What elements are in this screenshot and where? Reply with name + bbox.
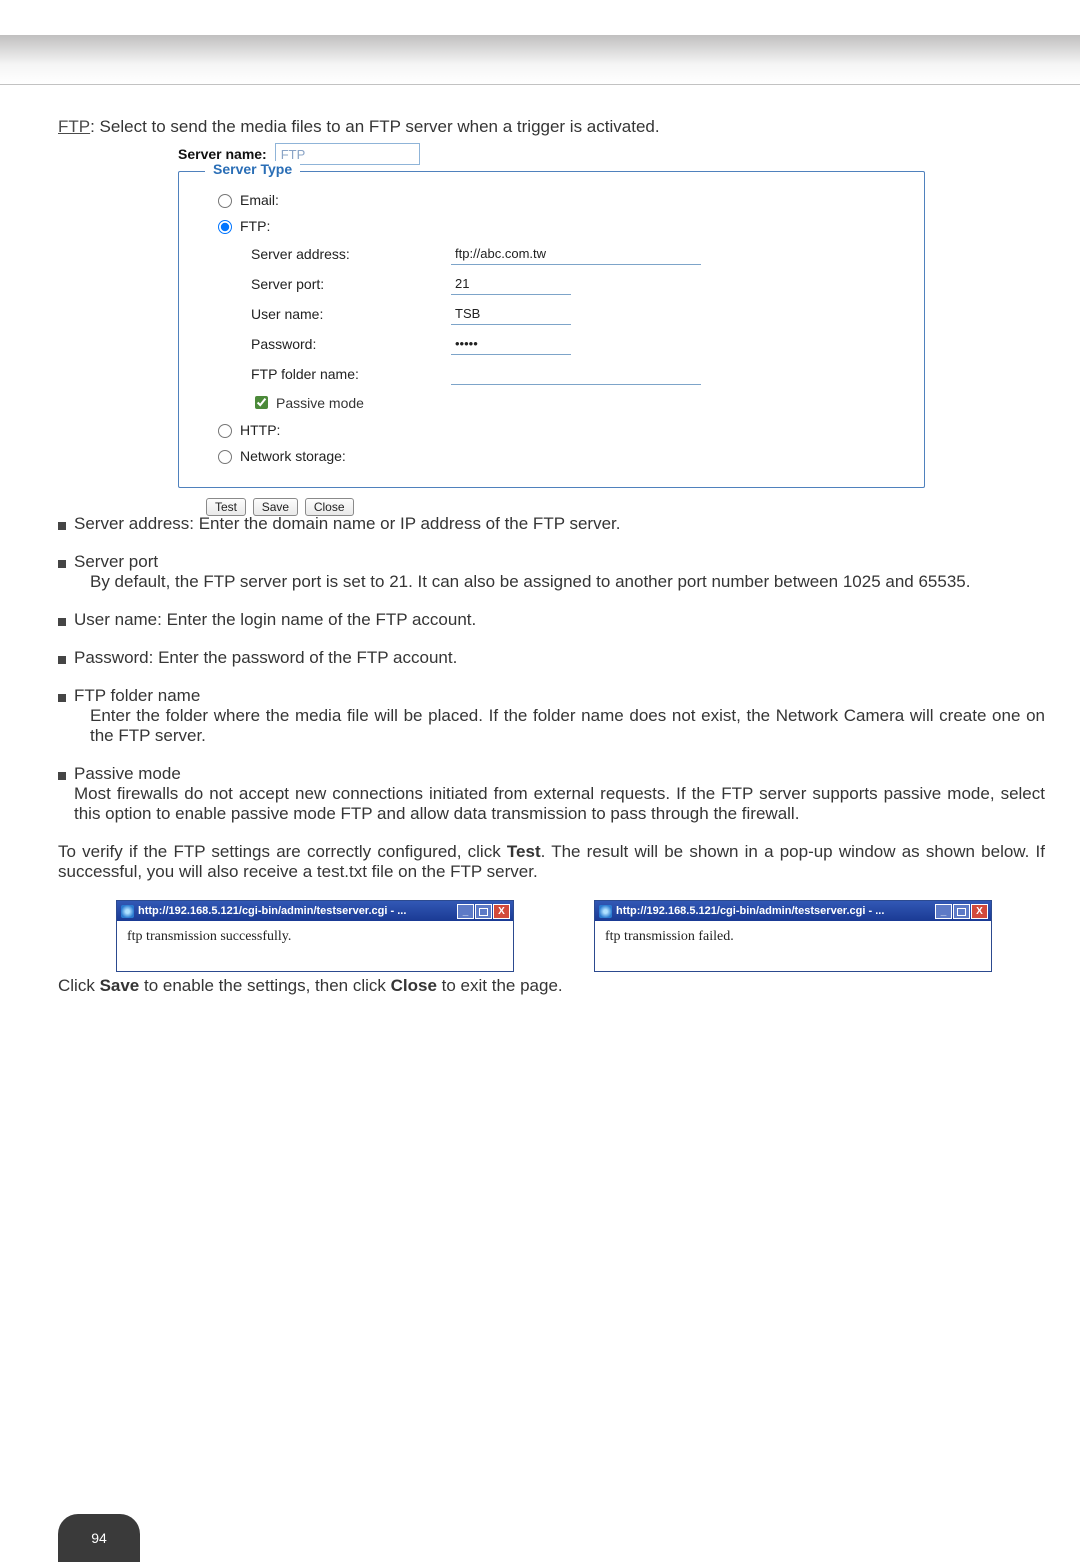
minimize-icon[interactable]: _ (935, 904, 952, 919)
popup-titlebar: http://192.168.5.121/cgi-bin/admin/tests… (117, 901, 513, 921)
bullet-icon (58, 618, 66, 626)
radio-email[interactable]: Email: (213, 191, 906, 208)
radio-http-input[interactable] (218, 424, 232, 438)
server-address-input[interactable] (451, 243, 701, 265)
popup-title-text: http://192.168.5.121/cgi-bin/admin/tests… (138, 905, 406, 917)
close-icon[interactable]: X (493, 904, 510, 919)
bullet-icon (58, 772, 66, 780)
popup-row: http://192.168.5.121/cgi-bin/admin/tests… (116, 900, 1045, 972)
server-address-label: Server address: (251, 246, 451, 262)
radio-http-label: HTTP: (240, 422, 280, 438)
ftp-intro-text: : Select to send the media files to an F… (90, 117, 659, 136)
test-bold: Test (507, 842, 541, 861)
bullet-server-address: Server address: Enter the domain name or… (74, 514, 1045, 534)
closing-3: to exit the page. (437, 976, 563, 995)
popup-failed-body: ftp transmission failed. (595, 921, 991, 971)
server-name-label: Server name: (178, 146, 267, 162)
maximize-icon[interactable] (475, 904, 492, 919)
page-number-tab: 94 (58, 1514, 140, 1562)
bullet-server-port-title: Server port (74, 552, 1045, 572)
radio-ftp-label: FTP: (240, 218, 270, 234)
radio-ftp[interactable]: FTP: (213, 217, 906, 234)
server-type-fieldset: Server Type Email: FTP: Server address: … (178, 171, 925, 488)
passive-mode-checkbox-row[interactable]: Passive mode (251, 393, 906, 412)
user-name-label: User name: (251, 306, 451, 322)
ftp-intro: FTP: Select to send the media files to a… (58, 117, 1045, 137)
radio-network-storage-label: Network storage: (240, 448, 346, 464)
radio-network-storage[interactable]: Network storage: (213, 447, 906, 464)
user-name-input[interactable] (451, 303, 571, 325)
popup-success-body: ftp transmission successfully. (117, 921, 513, 971)
bullet-ftp-folder-desc: Enter the folder where the media file wi… (90, 706, 1045, 746)
radio-email-input[interactable] (218, 194, 232, 208)
radio-network-storage-input[interactable] (218, 450, 232, 464)
passive-mode-label: Passive mode (276, 395, 364, 411)
test-para-1: To verify if the FTP settings are correc… (58, 842, 507, 861)
popup-failed: http://192.168.5.121/cgi-bin/admin/tests… (594, 900, 992, 972)
closing-save: Save (100, 976, 140, 995)
test-paragraph: To verify if the FTP settings are correc… (58, 842, 1045, 882)
popup-title-text: http://192.168.5.121/cgi-bin/admin/tests… (616, 905, 884, 917)
bullet-passive-desc: Most firewalls do not accept new connect… (74, 784, 1045, 824)
page-number: 94 (91, 1530, 107, 1546)
ftp-underline: FTP (58, 117, 90, 136)
server-port-input[interactable] (451, 273, 571, 295)
closing-2: to enable the settings, then click (139, 976, 390, 995)
popup-titlebar: http://192.168.5.121/cgi-bin/admin/tests… (595, 901, 991, 921)
popup-success: http://192.168.5.121/cgi-bin/admin/tests… (116, 900, 514, 972)
password-label: Password: (251, 336, 451, 352)
closing-paragraph: Click Save to enable the settings, then … (58, 976, 1045, 996)
closing-1: Click (58, 976, 100, 995)
folder-name-input[interactable] (451, 363, 701, 385)
bullet-icon (58, 522, 66, 530)
bullet-icon (58, 656, 66, 664)
header-gradient (0, 35, 1080, 85)
bullet-icon (58, 694, 66, 702)
ie-icon (121, 905, 134, 918)
bullet-passive-title: Passive mode (74, 764, 1045, 784)
radio-ftp-input[interactable] (218, 220, 232, 234)
password-input[interactable] (451, 333, 571, 355)
ie-icon (599, 905, 612, 918)
passive-mode-checkbox[interactable] (255, 396, 268, 409)
bullet-icon (58, 560, 66, 568)
server-port-label: Server port: (251, 276, 451, 292)
bullet-password: Password: Enter the password of the FTP … (74, 648, 1045, 668)
folder-name-label: FTP folder name: (251, 366, 451, 382)
minimize-icon[interactable]: _ (457, 904, 474, 919)
bullet-ftp-folder-title: FTP folder name (74, 686, 1045, 706)
maximize-icon[interactable] (953, 904, 970, 919)
close-icon[interactable]: X (971, 904, 988, 919)
bullet-user-name: User name: Enter the login name of the F… (74, 610, 1045, 630)
closing-close: Close (391, 976, 437, 995)
config-panel: Server name: Server Type Email: FTP: Ser… (178, 143, 928, 516)
server-type-legend: Server Type (205, 161, 300, 177)
ftp-details: Server address: Server port: User name: … (251, 243, 906, 412)
bullet-server-port-desc: By default, the FTP server port is set t… (90, 572, 1045, 592)
radio-email-label: Email: (240, 192, 279, 208)
button-row: Test Save Close (206, 496, 928, 516)
radio-http[interactable]: HTTP: (213, 421, 906, 438)
